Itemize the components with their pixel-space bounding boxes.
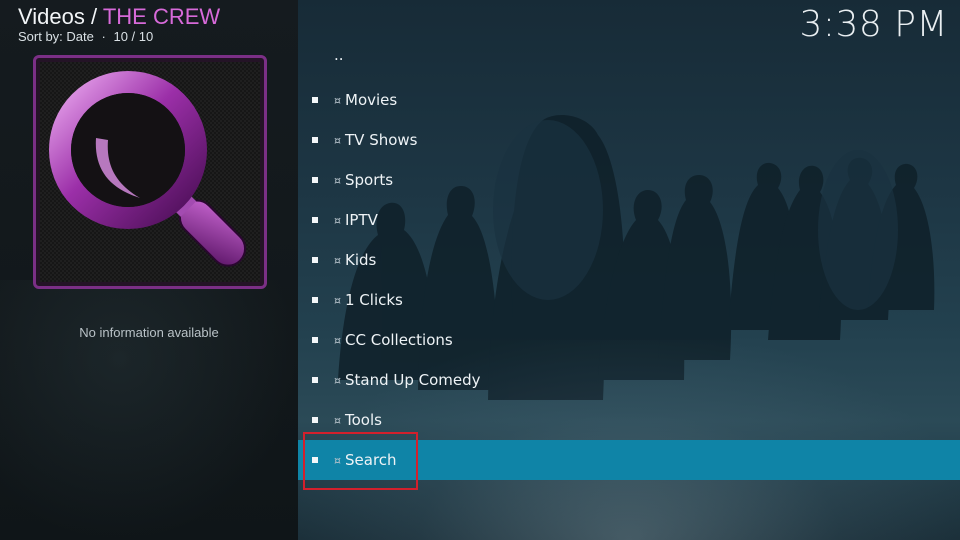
bullet-icon: [312, 97, 318, 103]
bullet-icon: [312, 377, 318, 383]
bullet-icon: [312, 337, 318, 343]
sort-label: Sort by: Date: [18, 29, 94, 44]
list-item-label: IPTV: [345, 211, 378, 229]
list-item-cc-collections[interactable]: ¤ CC Collections: [298, 320, 960, 360]
list-item-tv-shows[interactable]: ¤ TV Shows: [298, 120, 960, 160]
list-item-kids[interactable]: ¤ Kids: [298, 240, 960, 280]
list-item-text: ¤ Search: [334, 451, 397, 469]
folder-glyph-icon: ¤: [334, 454, 341, 467]
folder-glyph-icon: ¤: [334, 254, 341, 267]
list-item-text: ¤ Movies: [334, 91, 397, 109]
list-item-label: Stand Up Comedy: [345, 371, 481, 389]
list-item-label: Kids: [345, 251, 377, 269]
list-item-label: TV Shows: [345, 131, 418, 149]
list-item-tools[interactable]: ¤ Tools: [298, 400, 960, 440]
list-item-1-clicks[interactable]: ¤ 1 Clicks: [298, 280, 960, 320]
list-item-label: Movies: [345, 91, 398, 109]
breadcrumb-addon-name: THE CREW: [102, 4, 221, 29]
list-item-label: Search: [345, 451, 397, 469]
addon-thumbnail: [33, 55, 267, 289]
directory-list: .. ¤ Movies ¤ TV Shows ¤ Sports ¤ IPTV ¤ Kids…: [298, 40, 960, 480]
panel-shade: [0, 280, 298, 540]
magnifier-icon: [49, 71, 247, 267]
list-item-search[interactable]: ¤ Search: [298, 440, 960, 480]
bullet-icon: [312, 257, 318, 263]
list-item-text: ¤ Stand Up Comedy: [334, 371, 481, 389]
list-item-text: ¤ TV Shows: [334, 131, 417, 149]
list-item-label: Tools: [345, 411, 382, 429]
list-item-text: ¤ CC Collections: [334, 331, 453, 349]
folder-glyph-icon: ¤: [334, 374, 341, 387]
list-item-text: ¤ IPTV: [334, 211, 378, 229]
list-item-stand-up-comedy[interactable]: ¤ Stand Up Comedy: [298, 360, 960, 400]
sort-separator: ·: [101, 29, 106, 44]
item-position: 10 / 10: [113, 29, 154, 44]
list-item-text: ¤ Tools: [334, 411, 382, 429]
folder-glyph-icon: ¤: [334, 334, 341, 347]
list-item-iptv[interactable]: ¤ IPTV: [298, 200, 960, 240]
folder-glyph-icon: ¤: [334, 94, 341, 107]
bullet-icon: [312, 297, 318, 303]
bullet-icon: [312, 217, 318, 223]
no-information-text: No information available: [79, 325, 219, 340]
parent-folder-label: ..: [334, 46, 344, 64]
list-item-text: ¤ Kids: [334, 251, 376, 269]
list-item-label: Sports: [345, 171, 394, 189]
bullet-icon: [312, 177, 318, 183]
bullet-icon: [312, 417, 318, 423]
list-item-label: 1 Clicks: [345, 291, 403, 309]
breadcrumb-section: Videos: [18, 4, 85, 29]
bullet-icon: [312, 137, 318, 143]
folder-glyph-icon: ¤: [334, 294, 341, 307]
list-item-sports[interactable]: ¤ Sports: [298, 160, 960, 200]
list-item-label: CC Collections: [345, 331, 453, 349]
folder-glyph-icon: ¤: [334, 414, 341, 427]
list-item-movies[interactable]: ¤ Movies: [298, 80, 960, 120]
list-item-text: ¤ Sports: [334, 171, 393, 189]
breadcrumb-separator: /: [91, 4, 98, 29]
folder-glyph-icon: ¤: [334, 134, 341, 147]
folder-glyph-icon: ¤: [334, 174, 341, 187]
list-item-text: ¤ 1 Clicks: [334, 291, 403, 309]
list-item-parent[interactable]: ..: [298, 40, 960, 80]
breadcrumb: Videos / THE CREW: [18, 4, 220, 30]
clock: 3:38 PM: [799, 4, 948, 45]
bullet-icon: [312, 457, 318, 463]
folder-glyph-icon: ¤: [334, 214, 341, 227]
sort-info: Sort by: Date · 10 / 10: [18, 29, 153, 44]
